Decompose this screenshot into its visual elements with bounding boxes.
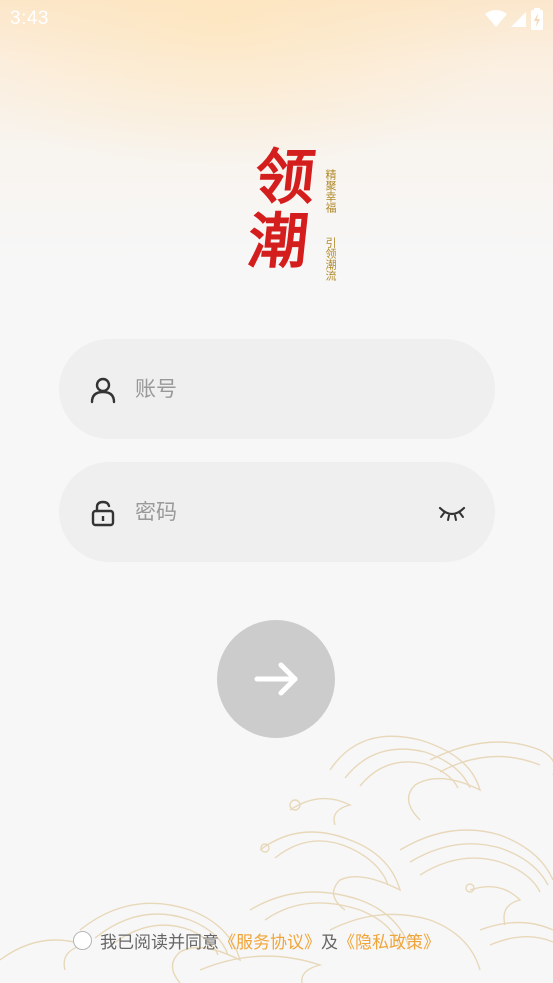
account-field[interactable] — [59, 339, 495, 439]
eye-closed-icon[interactable] — [437, 500, 467, 526]
battery-icon — [531, 8, 543, 30]
login-submit-button[interactable] — [217, 620, 335, 738]
wifi-icon — [485, 10, 507, 27]
status-icons — [485, 8, 543, 30]
agreement-row: 我已阅读并同意 《服务协议》 及 《隐私政策》 — [73, 928, 440, 953]
status-time: 3:43 — [10, 8, 49, 29]
status-bar: 3:43 — [0, 0, 553, 38]
signal-icon — [511, 12, 526, 27]
privacy-policy-link[interactable]: 《隐私政策》 — [338, 928, 440, 953]
logo-tagline-right: 精聚幸福 — [324, 169, 337, 213]
agreement-checkbox[interactable] — [73, 930, 92, 950]
service-agreement-link[interactable]: 《服务协议》 — [219, 928, 321, 953]
logo-wordmark: 领潮 — [234, 145, 318, 273]
agreement-prefix-text: 我已阅读并同意 — [100, 932, 219, 953]
arrow-right-icon — [254, 662, 298, 696]
account-input[interactable] — [135, 369, 415, 409]
agreement-connector-text: 及 — [321, 932, 338, 953]
password-field[interactable] — [59, 462, 495, 562]
logo-tagline-left: 引领潮流 — [324, 237, 337, 281]
lock-icon — [91, 500, 115, 527]
user-icon — [90, 377, 116, 404]
brand-logo: 领潮 精聚幸福 引领潮流 — [215, 145, 340, 295]
password-input[interactable] — [135, 492, 415, 532]
